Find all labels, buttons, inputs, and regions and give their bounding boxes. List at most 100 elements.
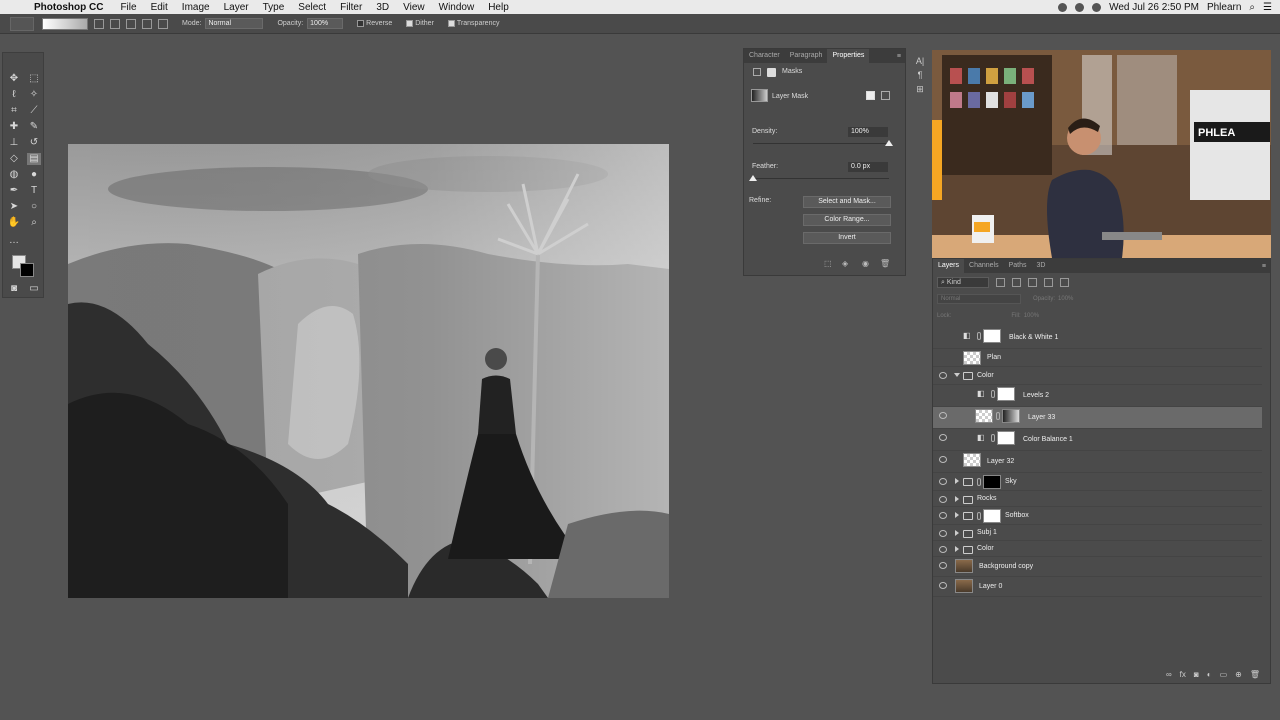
new-layer-icon[interactable]: ⊕ (1235, 670, 1242, 679)
apply-mask-icon[interactable]: ◈ (842, 259, 848, 268)
tab-paragraph[interactable]: Paragraph (785, 49, 828, 63)
kind-filter-select[interactable]: ⌕ Kind (937, 276, 989, 288)
layer-thumbnail[interactable] (963, 351, 981, 365)
chevron-down-icon[interactable] (954, 373, 960, 377)
layer-row[interactable]: Rocks (933, 491, 1262, 507)
visibility-eye-icon[interactable] (939, 582, 947, 589)
layer-row[interactable]: Layer 32 (933, 451, 1262, 473)
select-and-mask-button[interactable]: Select and Mask... (803, 196, 891, 208)
menu-image[interactable]: Image (175, 2, 217, 13)
menu-type[interactable]: Type (256, 2, 292, 13)
type-filter-icon[interactable] (1028, 277, 1037, 287)
menu-filter[interactable]: Filter (333, 2, 369, 13)
layer-thumbnail[interactable] (955, 559, 973, 573)
layer-row[interactable]: Softbox (933, 507, 1262, 525)
background-color-swatch[interactable] (20, 263, 34, 277)
layer-name[interactable]: Color Balance 1 (1023, 436, 1073, 443)
clone-stamp-icon[interactable]: ⊥ (7, 137, 21, 149)
record-icon[interactable] (1058, 2, 1068, 12)
layer-mask-thumbnail[interactable] (983, 329, 1001, 343)
lasso-tool-icon[interactable]: ℓ (7, 89, 21, 101)
layer-mask-thumbnail[interactable] (1002, 409, 1020, 423)
layer-row[interactable]: Plan (933, 349, 1262, 367)
layer-name[interactable]: Layer 32 (987, 458, 1014, 465)
type-tool-icon[interactable]: T (27, 185, 41, 197)
toggle-mask-icon[interactable]: ◉ (862, 259, 869, 268)
layer-row[interactable]: Subj 1 (933, 525, 1262, 541)
wifi-icon[interactable] (1075, 2, 1085, 12)
link-icon[interactable] (977, 512, 981, 520)
tab-3d[interactable]: 3D (1032, 259, 1051, 273)
visibility-eye-icon[interactable] (939, 412, 947, 419)
layer-mask-thumbnail[interactable] (983, 509, 1001, 523)
quick-mask-icon[interactable]: ◙ (7, 283, 21, 295)
layer-row[interactable]: Layer 0 (933, 577, 1262, 597)
dither-checkbox[interactable] (406, 20, 414, 27)
visibility-eye-icon[interactable] (939, 456, 947, 463)
tool-preset-picker[interactable] (10, 16, 34, 31)
menu-edit[interactable]: Edit (144, 2, 175, 13)
gradient-tool-icon[interactable]: ▤ (27, 153, 41, 165)
menu-select[interactable]: Select (291, 2, 333, 13)
layer-name[interactable]: Black & White 1 (1009, 334, 1058, 341)
load-selection-icon[interactable]: ⬚ (824, 259, 832, 268)
layer-thumbnail[interactable] (963, 453, 981, 467)
magic-wand-icon[interactable]: ✧ (27, 89, 41, 101)
menu-app-name[interactable]: Photoshop CC (34, 2, 113, 13)
chevron-right-icon[interactable] (955, 496, 959, 502)
new-adjustment-icon[interactable]: ◐ (1207, 670, 1212, 679)
layer-opacity-field[interactable]: 100% (1058, 296, 1073, 302)
chevron-right-icon[interactable] (955, 546, 959, 552)
blur-tool-icon[interactable]: ◍ (7, 169, 21, 181)
radial-gradient-icon[interactable] (110, 18, 120, 29)
fill-field[interactable]: 100% (1024, 313, 1039, 319)
ellipse-tool-icon[interactable]: ○ (27, 201, 41, 213)
screen-mode-icon[interactable]: ▭ (27, 283, 41, 295)
layer-name[interactable]: Layer 33 (1028, 414, 1055, 421)
gradient-picker[interactable] (42, 17, 88, 30)
adjustment-filter-icon[interactable] (1012, 277, 1021, 287)
chevron-right-icon[interactable] (955, 512, 959, 518)
visibility-eye-icon[interactable] (939, 478, 947, 485)
pixel-filter-icon[interactable] (996, 277, 1005, 287)
history-brush-icon[interactable]: ↺ (27, 137, 41, 149)
reflected-gradient-icon[interactable] (142, 18, 152, 29)
layer-name[interactable]: Background copy (979, 563, 1033, 570)
volume-icon[interactable] (1092, 2, 1102, 12)
layer-name[interactable]: Plan (987, 354, 1001, 361)
density-slider-thumb[interactable] (885, 140, 893, 146)
chevron-right-icon[interactable] (955, 478, 959, 484)
paragraph-panel-icon[interactable]: ¶ (912, 70, 928, 80)
visibility-eye-icon[interactable] (939, 512, 947, 519)
menu-file[interactable]: File (113, 2, 143, 13)
color-range-button[interactable]: Color Range... (803, 214, 891, 226)
hand-tool-icon[interactable]: ✋ (7, 217, 21, 229)
layer-style-icon[interactable]: fx (1180, 670, 1186, 679)
new-group-icon[interactable]: ▭ (1220, 670, 1228, 679)
layer-name[interactable]: Softbox (1005, 512, 1029, 519)
spotlight-icon[interactable]: ⌕ (1249, 2, 1255, 13)
menu-help[interactable]: Help (481, 2, 516, 13)
layer-thumbnail[interactable] (955, 579, 973, 593)
pixel-mask-icon[interactable] (753, 68, 761, 76)
tab-channels[interactable]: Channels (964, 259, 1004, 273)
tab-layers[interactable]: Layers (933, 259, 965, 273)
layers-panel-menu-icon[interactable]: ≡ (1262, 263, 1270, 270)
link-icon[interactable] (996, 412, 1000, 420)
menu-view[interactable]: View (396, 2, 432, 13)
tab-paths[interactable]: Paths (1004, 259, 1032, 273)
opacity-field[interactable]: 100% (307, 18, 344, 29)
visibility-eye-icon[interactable] (939, 372, 947, 379)
link-icon[interactable] (977, 332, 981, 340)
vector-mask-icon[interactable] (767, 68, 776, 77)
link-icon[interactable] (991, 434, 995, 442)
tab-properties[interactable]: Properties (827, 49, 870, 63)
pen-tool-icon[interactable]: ✒ (7, 185, 21, 197)
layer-row[interactable]: ◧ Black & White 1 (933, 327, 1262, 349)
panel-menu-icon[interactable]: ≡ (897, 53, 905, 60)
ai-panel-icon[interactable]: A| (912, 56, 928, 66)
feather-slider-thumb[interactable] (749, 175, 757, 181)
layer-mask-thumbnail[interactable] (983, 475, 1001, 489)
layer-name[interactable]: Color (977, 545, 994, 552)
path-selection-icon[interactable]: ➤ (7, 201, 21, 213)
